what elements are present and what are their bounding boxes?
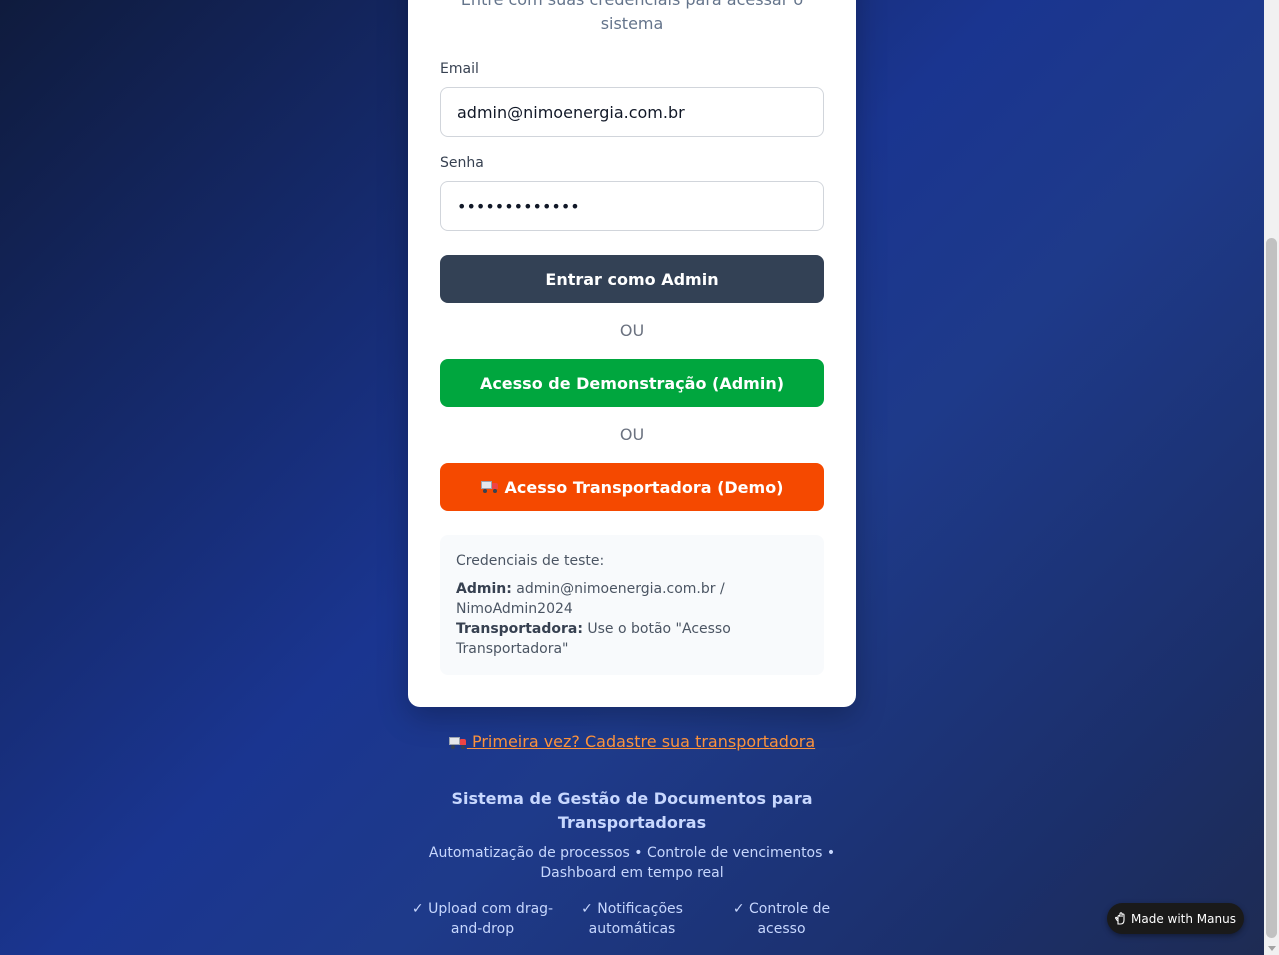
- login-page: Entre com suas credenciais para acessar …: [0, 0, 1264, 955]
- truck-icon: [448, 736, 467, 749]
- credentials-admin-line: Admin: admin@nimoenergia.com.br / NimoAd…: [456, 579, 808, 619]
- email-field[interactable]: [440, 87, 824, 137]
- or-divider: OU: [619, 425, 645, 444]
- manus-badge-label: Made with Manus: [1131, 911, 1236, 926]
- manus-hand-icon: [1114, 912, 1126, 925]
- credentials-transp-line: Transportadora: Use o botão "Acesso Tran…: [456, 619, 808, 659]
- demo-transportadora-button[interactable]: Acesso Transportadora (Demo): [440, 463, 824, 511]
- signup-link[interactable]: Primeira vez? Cadastre sua transportador…: [408, 732, 856, 751]
- test-credentials-box: Credenciais de teste: Admin: admin@nimoe…: [440, 535, 824, 675]
- login-card: Entre com suas credenciais para acessar …: [408, 0, 856, 707]
- page-scrollbar[interactable]: [1264, 0, 1279, 955]
- login-subtitle: Entre com suas credenciais para acessar …: [461, 0, 803, 33]
- credentials-title: Credenciais de teste:: [456, 553, 605, 569]
- footer-title: Sistema de Gestão de Documentos para Tra…: [451, 789, 813, 832]
- email-label: Email: [440, 61, 479, 77]
- made-with-manus-badge[interactable]: Made with Manus: [1107, 903, 1244, 934]
- feature-item: ✓ Upload com drag-and-drop: [411, 901, 554, 937]
- scroll-down-arrow[interactable]: [1268, 946, 1276, 951]
- feature-item: ✓ Controle de acesso: [732, 901, 831, 937]
- password-label: Senha: [440, 155, 484, 171]
- admin-login-label: Entrar como Admin: [545, 269, 719, 289]
- demo-transportadora-label: Acesso Transportadora (Demo): [504, 477, 784, 497]
- password-field[interactable]: [440, 181, 824, 231]
- signup-link-label: Primeira vez? Cadastre sua transportador…: [471, 732, 816, 751]
- footer-description: Automatização de processos • Controle de…: [428, 845, 836, 881]
- scrollbar-thumb[interactable]: [1266, 238, 1277, 938]
- admin-login-button[interactable]: Entrar como Admin: [440, 255, 824, 303]
- credentials-admin-key: Admin:: [456, 581, 512, 597]
- feature-item: ✓ Notificações automáticas: [581, 901, 683, 937]
- feature-list: ✓ Upload com drag-and-drop ✓ Notificaçõe…: [408, 899, 856, 939]
- demo-admin-button[interactable]: Acesso de Demonstração (Admin): [440, 359, 824, 407]
- truck-icon: [480, 481, 499, 493]
- demo-admin-label: Acesso de Demonstração (Admin): [479, 373, 785, 393]
- credentials-transp-key: Transportadora:: [456, 621, 583, 637]
- or-divider: OU: [619, 321, 645, 340]
